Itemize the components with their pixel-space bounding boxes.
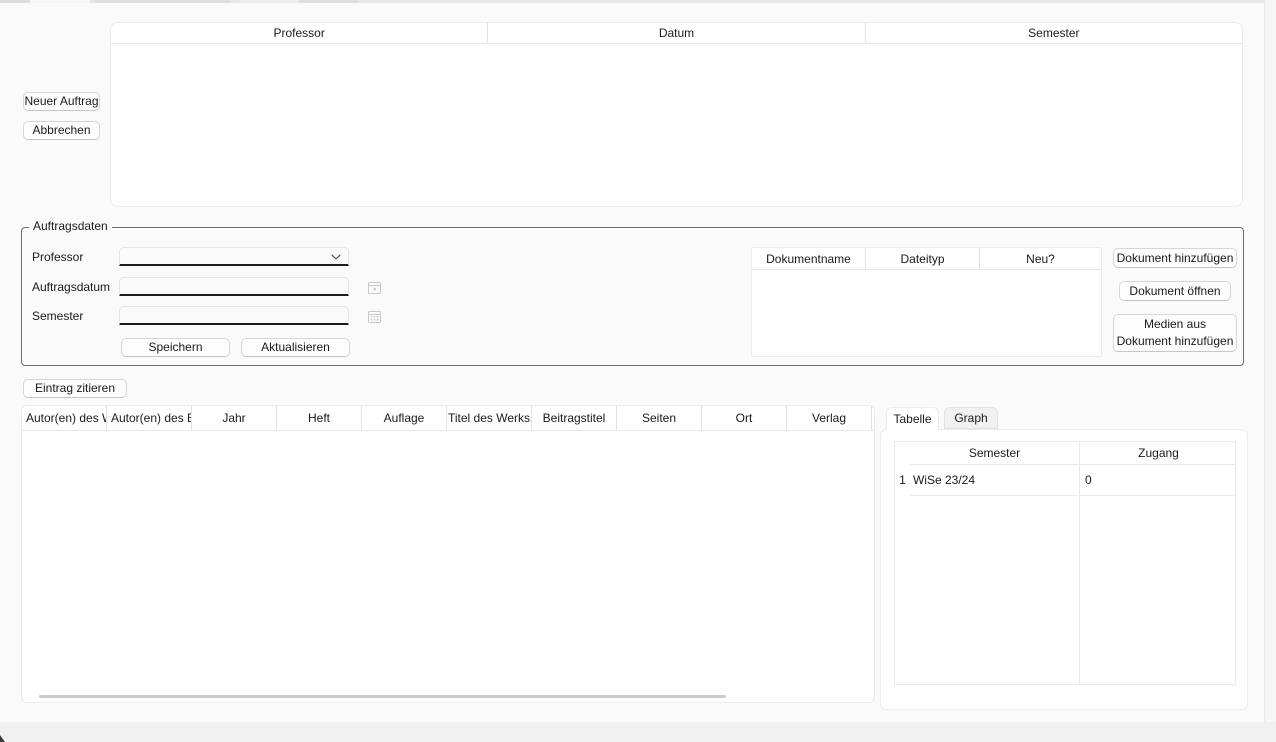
orders-column-professor: Professor bbox=[111, 23, 488, 43]
orders-table-body[interactable] bbox=[111, 44, 1242, 206]
orders-table: Professor Datum Semester bbox=[110, 22, 1243, 207]
column-separator bbox=[1079, 442, 1080, 684]
citations-column-year: Jahr bbox=[192, 406, 277, 430]
save-button[interactable]: Speichern bbox=[121, 338, 230, 357]
calendar-grid-icon[interactable] bbox=[366, 308, 382, 324]
orders-column-semester: Semester bbox=[866, 23, 1242, 43]
stats-column-semester: Semester bbox=[910, 442, 1079, 464]
orders-table-header: Professor Datum Semester bbox=[111, 23, 1242, 44]
tab-tabelle[interactable]: Tabelle bbox=[886, 407, 939, 430]
semester-label: Semester bbox=[32, 309, 83, 323]
cite-entry-button[interactable]: Eintrag zitieren bbox=[23, 379, 127, 398]
open-document-button[interactable]: Dokument öffnen bbox=[1119, 281, 1231, 301]
groupbox-legend: Auftragsdaten bbox=[29, 219, 112, 233]
citations-column-edition: Auflage bbox=[362, 406, 447, 430]
row-semester-value: WiSe 23/24 bbox=[913, 464, 1077, 495]
calendar-day-icon[interactable] bbox=[366, 279, 382, 295]
chevron-down-icon bbox=[330, 251, 342, 263]
order-data-groupbox: Auftragsdaten Professor Auftragsdatum Se… bbox=[21, 227, 1244, 366]
row-separator bbox=[910, 495, 1235, 496]
citations-column-publisher: Verlag bbox=[787, 406, 872, 430]
app-window: Professor Datum Semester Neuer Auftrag A… bbox=[0, 0, 1276, 742]
citations-table: Autor(en) des Werks Autor(en) des Beitra… bbox=[21, 405, 875, 703]
professor-combobox[interactable] bbox=[119, 247, 349, 266]
stats-panel: Semester Zugang 1 WiSe 23/24 0 bbox=[880, 429, 1248, 710]
semester-access-table: Semester Zugang 1 WiSe 23/24 0 bbox=[894, 441, 1236, 685]
citations-column-contribution-title: Beitragstitel bbox=[532, 406, 617, 430]
documents-table-body[interactable] bbox=[752, 270, 1101, 356]
refresh-button[interactable]: Aktualisieren bbox=[241, 338, 350, 357]
row-index: 1 bbox=[895, 464, 910, 495]
tab-graph[interactable]: Graph bbox=[944, 407, 998, 429]
stats-column-zugang: Zugang bbox=[1080, 442, 1237, 464]
documents-column-name: Dokumentname bbox=[752, 248, 866, 269]
orders-column-datum: Datum bbox=[488, 23, 865, 43]
citations-column-issue: Heft bbox=[277, 406, 362, 430]
documents-column-new: Neu? bbox=[980, 248, 1101, 269]
horizontal-scrollbar-thumb[interactable] bbox=[39, 695, 726, 698]
order-date-input[interactable] bbox=[119, 277, 349, 296]
citations-table-body[interactable] bbox=[22, 431, 874, 686]
order-date-label: Auftragsdatum bbox=[32, 280, 110, 294]
window-bottom-strip bbox=[0, 722, 1276, 742]
citations-column-contribution-authors: Autor(en) des Beitrags bbox=[107, 406, 192, 430]
window-right-edge bbox=[1264, 0, 1276, 722]
professor-input[interactable] bbox=[119, 247, 349, 266]
documents-column-filetype: Dateityp bbox=[866, 248, 980, 269]
documents-table-header: Dokumentname Dateityp Neu? bbox=[752, 248, 1101, 270]
professor-label: Professor bbox=[32, 250, 83, 264]
add-document-button[interactable]: Dokument hinzufügen bbox=[1113, 248, 1237, 268]
add-media-from-document-button[interactable]: Medien aus Dokument hinzufügen bbox=[1113, 314, 1237, 352]
cancel-button[interactable]: Abbrechen bbox=[23, 121, 100, 140]
window-top-edge bbox=[0, 0, 1276, 3]
citations-column-work-title: Titel des Werks bbox=[447, 406, 532, 430]
citations-column-work-authors: Autor(en) des Werks bbox=[22, 406, 107, 430]
citations-table-header: Autor(en) des Werks Autor(en) des Beitra… bbox=[22, 406, 874, 431]
new-order-button[interactable]: Neuer Auftrag bbox=[23, 92, 100, 111]
citations-column-place: Ort bbox=[702, 406, 787, 430]
documents-table: Dokumentname Dateityp Neu? bbox=[751, 247, 1102, 357]
semester-input[interactable] bbox=[119, 306, 349, 325]
row-zugang-value: 0 bbox=[1085, 464, 1235, 495]
citations-column-pages: Seiten bbox=[617, 406, 702, 430]
